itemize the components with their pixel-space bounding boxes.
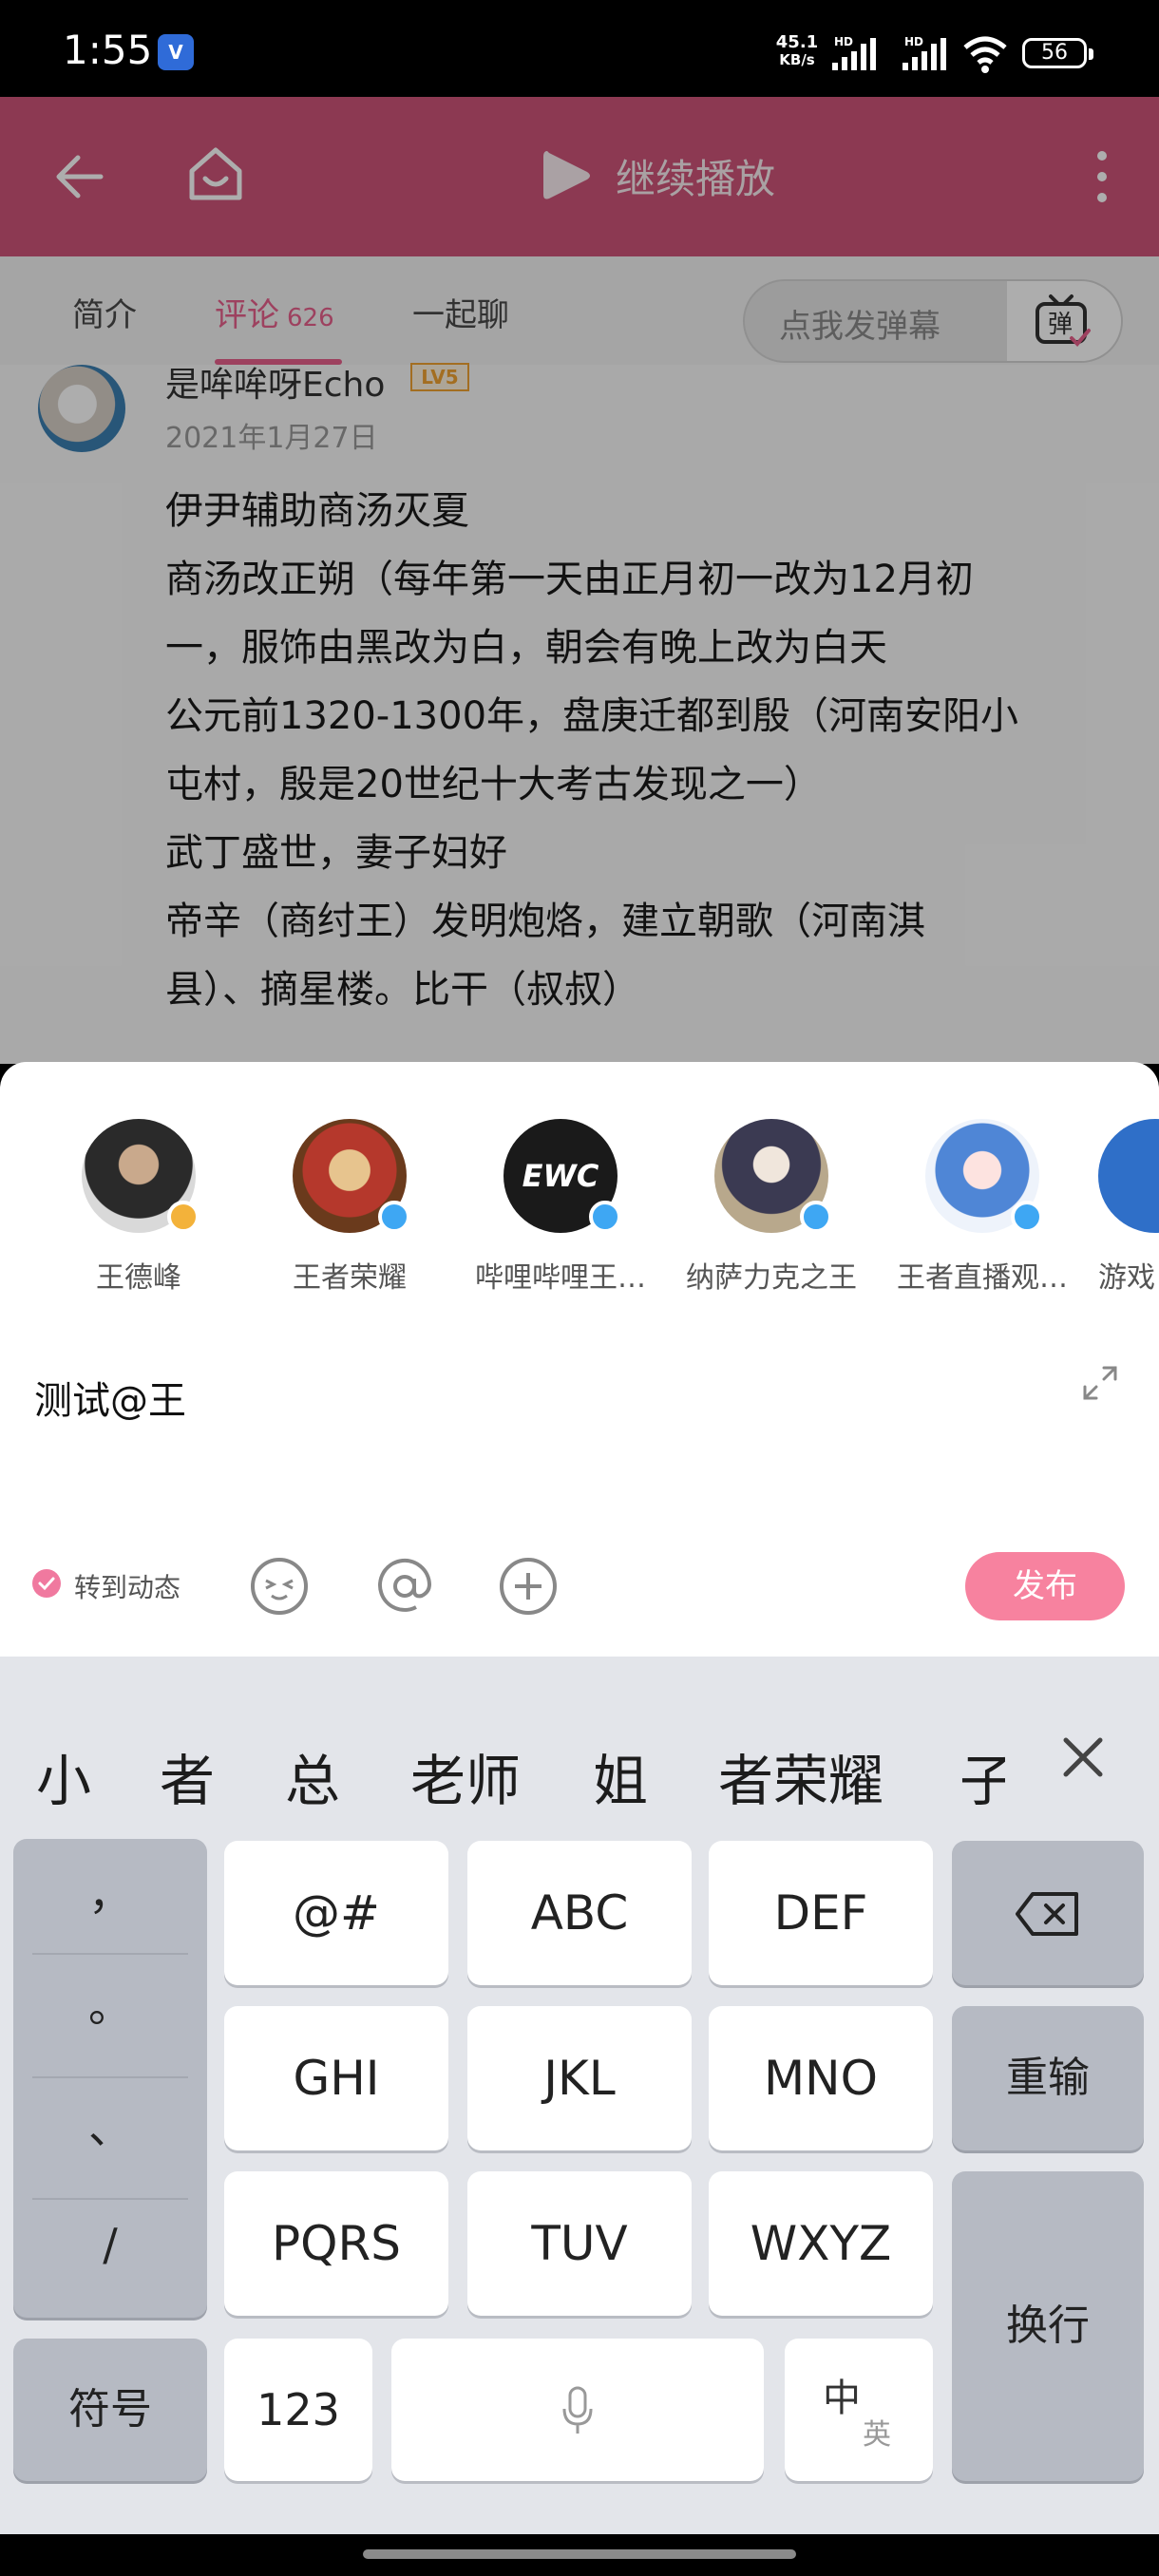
verified-badge-icon	[1011, 1201, 1043, 1233]
verified-badge-icon	[800, 1201, 832, 1233]
candidate-word[interactable]: 者荣耀	[718, 1736, 884, 1816]
suggestion-name: 游戏	[1098, 1261, 1155, 1295]
net-speed-value: 45.1	[775, 32, 819, 52]
signal-icon-2: HD	[902, 35, 946, 70]
punct-key[interactable]: /	[13, 2219, 207, 2270]
punct-key[interactable]: 。	[13, 1972, 207, 2035]
close-candidates-icon[interactable]	[1054, 1729, 1112, 1786]
verified-badge-icon	[589, 1201, 621, 1233]
key-abc[interactable]: ABC	[467, 1841, 692, 1985]
symbol-key[interactable]: 符号	[13, 2339, 207, 2481]
signal-hd-label-2: HD	[904, 35, 923, 48]
suggestion-name: 哔哩哔哩王…	[475, 1261, 646, 1295]
lang-zh-label: 中	[823, 2377, 861, 2420]
suggestion-name: 纳萨力克之王	[686, 1261, 857, 1295]
key-at[interactable]: @#	[224, 1841, 448, 1985]
mention-suggestion[interactable]: 游戏	[1098, 1119, 1159, 1296]
suggestion-name: 王德峰	[96, 1261, 181, 1295]
lang-en-label: 英	[863, 2418, 891, 2452]
key-jkl[interactable]: JKL	[467, 2006, 692, 2150]
number-key[interactable]: 123	[224, 2339, 372, 2481]
candidate-word[interactable]: 子	[960, 1736, 1005, 1816]
keyboard: 小 者 总 老师 姐 者荣耀 子 ， 。 、 / @# ABC DEF GHI …	[0, 1657, 1159, 2534]
suggestion-avatar: EWC	[504, 1119, 621, 1233]
network-speed: 45.1 KB/s	[773, 32, 821, 69]
check-icon	[38, 1577, 55, 1591]
suggestion-name: 王者直播观…	[897, 1261, 1068, 1295]
suggestion-name: 王者荣耀	[293, 1261, 407, 1295]
repost-label[interactable]: 转到动态	[74, 1567, 180, 1605]
at-mention-icon[interactable]	[374, 1556, 435, 1617]
battery-indicator: 56	[1022, 38, 1093, 68]
punct-divider	[32, 2198, 188, 2200]
mention-suggestion[interactable]: 纳萨力克之王	[676, 1119, 866, 1296]
key-ghi[interactable]: GHI	[224, 2006, 448, 2150]
key-tuv[interactable]: TUV	[467, 2171, 692, 2316]
candidate-word[interactable]: 总	[285, 1736, 340, 1816]
suggestion-avatar	[293, 1119, 410, 1233]
net-speed-unit: KB/s	[779, 51, 815, 68]
signal-icon: HD	[832, 35, 876, 70]
key-pqrs[interactable]: PQRS	[224, 2171, 448, 2316]
signal-hd-label: HD	[834, 35, 853, 48]
backspace-icon	[1016, 1892, 1078, 1936]
status-time: 1:55	[63, 27, 153, 73]
enter-key[interactable]: 换行	[952, 2171, 1144, 2481]
key-wxyz[interactable]: WXYZ	[709, 2171, 933, 2316]
key-mno[interactable]: MNO	[709, 2006, 933, 2150]
candidate-word[interactable]: 老师	[410, 1736, 521, 1816]
suggestion-avatar	[1098, 1119, 1159, 1233]
microphone-icon	[562, 2386, 593, 2434]
verified-badge-icon	[378, 1201, 410, 1233]
punct-key[interactable]: ，	[13, 1860, 207, 1923]
candidate-word[interactable]: 者	[160, 1736, 215, 1816]
dim-overlay[interactable]	[0, 97, 1159, 1064]
expand-icon[interactable]	[1081, 1364, 1119, 1402]
mention-suggestion[interactable]: 王者直播观…	[887, 1119, 1077, 1296]
add-icon[interactable]	[498, 1556, 559, 1617]
suggestion-avatar	[925, 1119, 1043, 1233]
key-def[interactable]: DEF	[709, 1841, 933, 1985]
mention-suggestion[interactable]: EWC 哔哩哔哩王…	[466, 1119, 656, 1296]
punct-key[interactable]: 、	[13, 2093, 207, 2156]
backspace-key[interactable]	[952, 1841, 1144, 1985]
status-bar: 1:55 V 45.1 KB/s HD HD 56	[0, 0, 1159, 97]
punct-divider	[32, 2076, 188, 2078]
punct-divider	[32, 1953, 188, 1955]
punctuation-column[interactable]: ， 。 、 /	[13, 1839, 207, 2318]
candidate-word[interactable]: 姐	[593, 1736, 648, 1816]
publish-button[interactable]: 发布	[965, 1552, 1125, 1620]
repost-checkbox[interactable]	[32, 1569, 61, 1598]
suggestion-avatar	[82, 1119, 200, 1233]
mention-suggestion[interactable]: 王者荣耀	[255, 1119, 445, 1296]
reenter-key[interactable]: 重输	[952, 2006, 1144, 2150]
mention-suggestion[interactable]: 王德峰	[44, 1119, 234, 1296]
verified-badge-icon	[167, 1201, 200, 1233]
candidate-word[interactable]: 小	[36, 1736, 91, 1816]
suggestion-avatar	[714, 1119, 832, 1233]
reply-panel: 王德峰 王者荣耀 EWC 哔哩哔哩王… 纳萨力克之王 王者直播观… 游戏 测试@…	[0, 1062, 1159, 1657]
language-switch-key[interactable]: 中 英	[785, 2339, 933, 2481]
reply-input[interactable]: 测试@王	[34, 1370, 186, 1425]
app-notification-icon: V	[158, 34, 194, 70]
wifi-icon	[963, 36, 1007, 73]
space-key[interactable]	[391, 2339, 764, 2481]
home-indicator[interactable]	[363, 2549, 796, 2559]
emoji-icon[interactable]	[249, 1556, 310, 1617]
